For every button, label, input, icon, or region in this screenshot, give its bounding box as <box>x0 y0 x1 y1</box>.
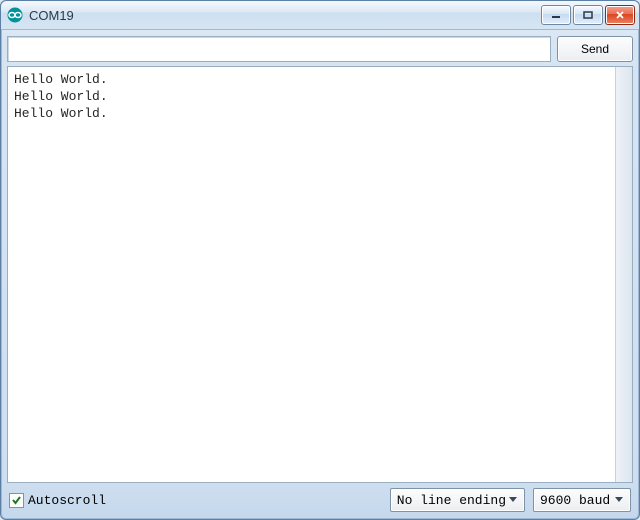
serial-send-input[interactable] <box>7 36 551 62</box>
baud-rate-select[interactable]: 9600 baud <box>533 488 631 512</box>
baud-rate-value: 9600 baud <box>540 493 612 508</box>
dropdown-arrow-icon <box>612 497 626 503</box>
maximize-button[interactable] <box>573 5 603 25</box>
minimize-button[interactable] <box>541 5 571 25</box>
serial-output[interactable]: Hello World.Hello World.Hello World. <box>8 67 615 482</box>
vertical-scrollbar[interactable] <box>615 67 632 482</box>
autoscroll-label: Autoscroll <box>28 493 106 508</box>
line-ending-value: No line ending <box>397 493 506 508</box>
output-line: Hello World. <box>14 105 609 122</box>
serial-monitor-window: COM19 Send Hello World.Hello World.Hello… <box>0 0 640 520</box>
line-ending-select[interactable]: No line ending <box>390 488 525 512</box>
window-title: COM19 <box>29 8 74 23</box>
checkbox-box <box>9 493 24 508</box>
output-line: Hello World. <box>14 71 609 88</box>
serial-output-panel: Hello World.Hello World.Hello World. <box>7 66 633 483</box>
titlebar[interactable]: COM19 <box>1 1 639 30</box>
footer-bar: Autoscroll No line ending 9600 baud <box>7 487 633 513</box>
output-line: Hello World. <box>14 88 609 105</box>
send-button[interactable]: Send <box>557 36 633 62</box>
arduino-icon <box>7 7 23 23</box>
autoscroll-checkbox[interactable]: Autoscroll <box>9 493 106 508</box>
dropdown-arrow-icon <box>506 497 520 503</box>
client-area: Send Hello World.Hello World.Hello World… <box>1 30 639 519</box>
close-button[interactable] <box>605 5 635 25</box>
